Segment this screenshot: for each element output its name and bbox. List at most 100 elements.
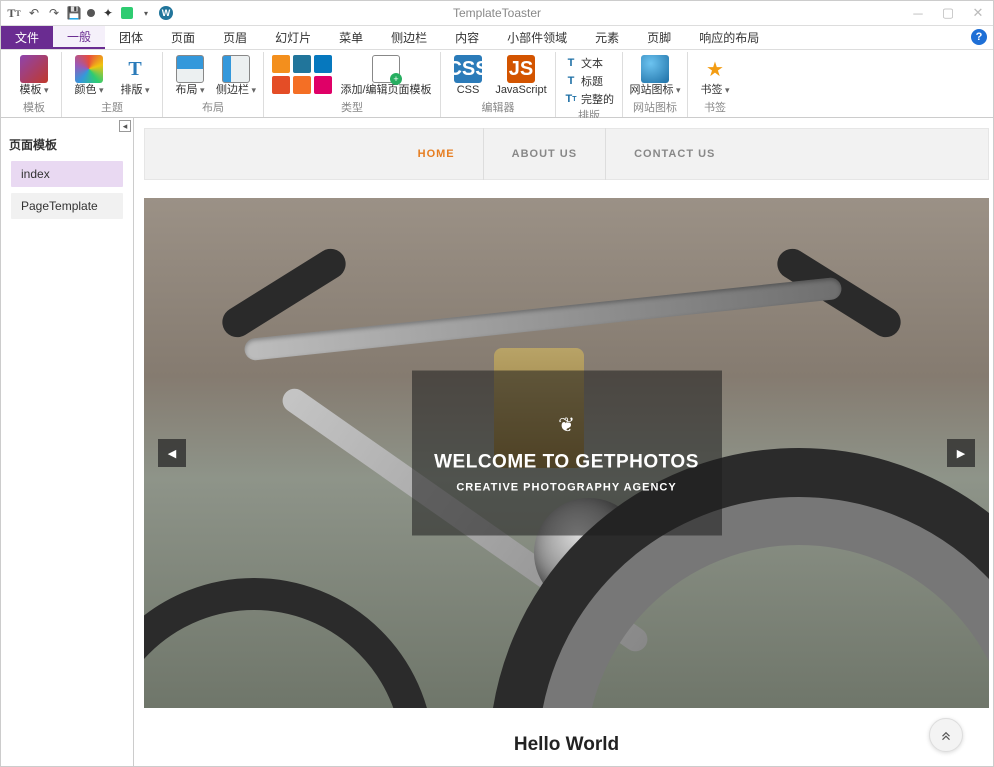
cms-icons <box>272 55 332 94</box>
wordpress-small-icon[interactable] <box>293 55 311 73</box>
design-canvas[interactable]: HOME ABOUT US CONTACT US ❦ WELCOME TO <box>134 118 993 766</box>
tab-content[interactable]: 内容 <box>441 26 493 49</box>
redo-icon[interactable]: ↷ <box>47 6 61 20</box>
tab-body[interactable]: 团体 <box>105 26 157 49</box>
sidebar-icon <box>222 55 250 83</box>
tab-menu[interactable]: 菜单 <box>325 26 377 49</box>
group-label-layout: 布局 <box>202 99 224 117</box>
qat-up-icon[interactable]: ✦ <box>101 6 115 20</box>
ribbon-group-favicon: 网站图标 网站图标 <box>623 52 688 117</box>
ribbon-group-bookmark: ★ 书签 书签 <box>688 52 742 117</box>
joomla-icon[interactable] <box>272 55 290 73</box>
template-button[interactable]: 模板 <box>15 55 53 96</box>
undo-icon[interactable]: ↶ <box>27 6 41 20</box>
hero-overlay: ❦ WELCOME TO GETPHOTOS CREATIVE PHOTOGRA… <box>412 371 722 536</box>
save-icon[interactable]: 💾 <box>67 6 81 20</box>
nav-about[interactable]: ABOUT US <box>483 128 605 180</box>
maximize-button[interactable]: ▢ <box>933 1 963 26</box>
js-button[interactable]: JS JavaScript <box>495 55 547 96</box>
magento-icon[interactable] <box>293 76 311 94</box>
ribbon-group-theme: 颜色 T 排版 主题 <box>62 52 163 117</box>
titlebar: TT ↶ ↷ 💾 ✦ ▾ W TemplateToaster － ▢ ✕ <box>1 1 993 26</box>
page-preview: HOME ABOUT US CONTACT US ❦ WELCOME TO <box>144 128 989 756</box>
hero-slideshow[interactable]: ❦ WELCOME TO GETPHOTOS CREATIVE PHOTOGRA… <box>144 198 989 708</box>
page-templates-panel: ◂ 页面模板 index PageTemplate <box>1 118 134 766</box>
nav-home[interactable]: HOME <box>390 128 483 180</box>
template-icon <box>20 55 48 83</box>
ribbon: 模板 模板 颜色 T 排版 主题 布局 <box>1 50 993 118</box>
drupal-icon[interactable] <box>314 55 332 73</box>
qat-dropdown-icon[interactable]: ▾ <box>139 6 153 20</box>
layout-icon <box>176 55 204 83</box>
window-buttons: － ▢ ✕ <box>903 1 993 26</box>
tab-general[interactable]: 一般 <box>53 26 105 49</box>
globe-icon <box>641 55 669 83</box>
text-style-button[interactable]: T文本 <box>564 55 614 71</box>
minimize-button[interactable]: － <box>903 1 933 26</box>
group-label-type: 类型 <box>341 99 363 117</box>
html5-icon[interactable] <box>272 76 290 94</box>
ribbon-group-editor: CSS CSS JS JavaScript 编辑器 <box>441 52 556 117</box>
workspace: ◂ 页面模板 index PageTemplate HOME ABOUT US … <box>1 118 993 766</box>
bookmark-button[interactable]: ★ 书签 <box>696 55 734 96</box>
group-label-theme: 主题 <box>101 99 123 117</box>
page-template-item-pagetemplate[interactable]: PageTemplate <box>11 193 123 219</box>
nav-contact[interactable]: CONTACT US <box>605 128 743 180</box>
heading-style-button[interactable]: T标题 <box>564 73 614 89</box>
ribbon-group-type: + 添加/编辑页面模板 类型 <box>264 52 441 117</box>
qat-green-icon[interactable] <box>121 7 133 19</box>
tab-sidebar[interactable]: 侧边栏 <box>377 26 441 49</box>
quick-access-toolbar: TT ↶ ↷ 💾 ✦ ▾ W <box>1 6 173 20</box>
tab-page[interactable]: 页面 <box>157 26 209 49</box>
group-label-favicon: 网站图标 <box>633 99 677 117</box>
qat-font-icon[interactable]: TT <box>7 6 21 20</box>
prestashop-icon[interactable] <box>314 76 332 94</box>
sidebar-layout-button[interactable]: 侧边栏 <box>217 55 255 96</box>
ribbon-group-layout: 布局 侧边栏 布局 <box>163 52 264 117</box>
qat-dot-icon[interactable] <box>87 9 95 17</box>
css-button[interactable]: CSS CSS <box>449 55 487 96</box>
color-icon <box>75 55 103 83</box>
leaf-icon: ❦ <box>558 413 575 438</box>
help-icon[interactable]: ? <box>971 29 987 45</box>
css-icon: CSS <box>454 55 482 83</box>
slide-next-button[interactable]: ▶ <box>947 439 975 467</box>
slide-prev-button[interactable]: ◀ <box>158 439 186 467</box>
tab-header[interactable]: 页眉 <box>209 26 261 49</box>
typography-button[interactable]: T 排版 <box>116 55 154 96</box>
ribbon-tabs: 文件 一般 团体 页面 页眉 幻灯片 菜单 侧边栏 内容 小部件领域 元素 页脚… <box>1 26 993 50</box>
hero-title: WELCOME TO GETPHOTOS <box>434 452 699 474</box>
add-page-icon: + <box>372 55 400 83</box>
favicon-button[interactable]: 网站图标 <box>631 55 679 96</box>
typography-icon: T <box>121 55 149 83</box>
group-label-template: 模板 <box>23 99 45 117</box>
group-label-editor: 编辑器 <box>482 99 515 117</box>
file-tab[interactable]: 文件 <box>1 26 53 49</box>
add-edit-template-button[interactable]: + 添加/编辑页面模板 <box>340 55 432 96</box>
ribbon-group-typography: T文本 T标题 TT完整的 排版 <box>556 52 623 117</box>
hero-subtitle: CREATIVE PHOTOGRAPHY AGENCY <box>456 482 676 494</box>
layout-button[interactable]: 布局 <box>171 55 209 96</box>
site-nav: HOME ABOUT US CONTACT US <box>144 128 989 180</box>
tab-footer[interactable]: 页脚 <box>633 26 685 49</box>
complete-style-button[interactable]: TT完整的 <box>564 91 614 107</box>
bike-wheel-rear <box>144 578 434 708</box>
tab-responsive[interactable]: 响应的布局 <box>685 26 773 49</box>
section-title: Hello World <box>144 734 989 756</box>
tab-elements[interactable]: 元素 <box>581 26 633 49</box>
window-title: TemplateToaster <box>453 6 541 20</box>
tab-widget[interactable]: 小部件领域 <box>493 26 581 49</box>
group-label-bookmark: 书签 <box>704 99 726 117</box>
close-button[interactable]: ✕ <box>963 1 993 26</box>
panel-title: 页面模板 <box>1 130 133 161</box>
js-icon: JS <box>507 55 535 83</box>
tab-slideshow[interactable]: 幻灯片 <box>261 26 325 49</box>
scroll-top-button[interactable] <box>929 718 963 752</box>
bike-grip-left <box>217 243 352 343</box>
color-button[interactable]: 颜色 <box>70 55 108 96</box>
star-icon: ★ <box>701 55 729 83</box>
ribbon-group-template: 模板 模板 <box>7 52 62 117</box>
chevron-double-up-icon <box>939 728 953 742</box>
wordpress-icon[interactable]: W <box>159 6 173 20</box>
page-template-item-index[interactable]: index <box>11 161 123 187</box>
